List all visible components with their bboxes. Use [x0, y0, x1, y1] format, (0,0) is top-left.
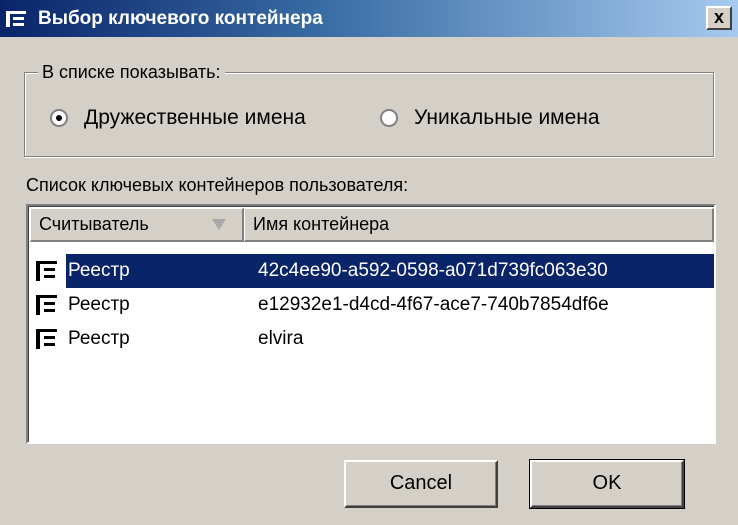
- list-header: Считыватель Имя контейнера: [30, 208, 714, 242]
- column-header-container-name-label: Имя контейнера: [253, 214, 390, 234]
- radio-label-friendly-names: Дружественные имена: [84, 106, 306, 129]
- window-title: Выбор ключевого контейнера: [38, 8, 323, 29]
- radio-friendly-names[interactable]: Дружественные имена: [50, 104, 306, 132]
- display-options-legend: В списке показывать:: [38, 62, 225, 82]
- cell-container-name: elvira: [258, 328, 304, 349]
- container-list-caption: Список ключевых контейнеров пользователя…: [26, 175, 409, 195]
- key-icon: [36, 295, 57, 315]
- title-bar[interactable]: Выбор ключевого контейнера x: [0, 0, 738, 37]
- column-header-reader-label: Считыватель: [39, 214, 149, 234]
- close-button[interactable]: x: [706, 6, 732, 30]
- key-icon: [36, 329, 57, 349]
- cell-container-name: 42c4ee90-a592-0598-a071d739fc063e30: [258, 260, 608, 281]
- list-item-row-3[interactable]: Реестр elvira: [30, 322, 714, 356]
- sort-descending-icon: [212, 219, 226, 230]
- key-container-dialog: Выбор ключевого контейнера x В списке по…: [0, 0, 738, 525]
- cell-reader: Реестр: [68, 294, 130, 315]
- cell-container-name: e12932e1-d4cd-4f67-ace7-740b7854df6e: [258, 294, 609, 315]
- cancel-button[interactable]: Cancel: [344, 460, 498, 508]
- list-item-row-1[interactable]: Реестр 42c4ee90-a592-0598-a071d739fc063e…: [30, 254, 714, 288]
- cell-reader: Реестр: [68, 328, 130, 349]
- key-icon: [6, 11, 26, 27]
- key-icon: [36, 261, 57, 281]
- radio-button-checked[interactable]: [50, 109, 68, 127]
- radio-label-unique-names: Уникальные имена: [414, 106, 600, 129]
- ok-button[interactable]: OK: [529, 459, 685, 509]
- column-header-container-name[interactable]: Имя контейнера: [244, 208, 714, 242]
- radio-button-unchecked[interactable]: [380, 109, 398, 127]
- list-item-row-2[interactable]: Реестр e12932e1-d4cd-4f67-ace7-740b7854d…: [30, 288, 714, 322]
- container-list[interactable]: Считыватель Имя контейнера Реестр 42c4ee…: [26, 204, 716, 444]
- radio-unique-names[interactable]: Уникальные имена: [380, 104, 600, 132]
- cell-reader: Реестр: [68, 260, 130, 281]
